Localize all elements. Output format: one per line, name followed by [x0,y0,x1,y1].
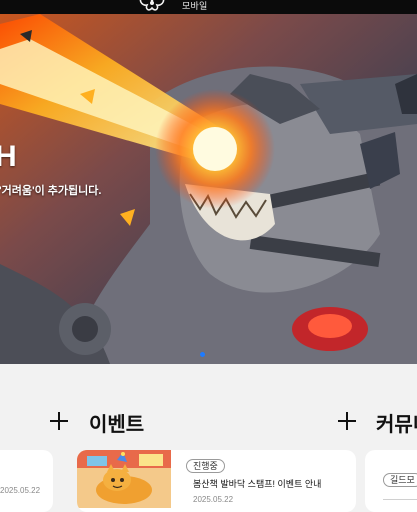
community-card-partial[interactable]: 길드모 [365,450,417,512]
plus-icon[interactable] [50,412,68,430]
nav-item-mobile[interactable]: 모바일 [182,1,207,12]
event-card[interactable]: 진행중 봄산책 발바닥 스탬프! 이벤트 안내 2025.05.22 [77,450,356,512]
section-title-events: 이벤트 [89,414,145,436]
news-card-partial[interactable]: 2025.05.22 [0,450,53,512]
event-card-date: 2025.05.22 [193,495,234,504]
carousel-dot-active[interactable] [200,352,205,357]
top-navigation-bar: 모바일 [0,0,417,14]
status-badge: 진행중 [186,459,225,473]
event-card-title: 봄산책 발바닥 스탬프! 이벤트 안내 [193,479,322,489]
hero-title: H [0,140,17,173]
game-logo-icon[interactable] [137,0,167,14]
category-badge: 길드모 [383,473,417,487]
event-thumbnail [77,450,171,508]
content-section: 2025.05.22 이벤트 진행중 봄산책 발바닥 스탬프! 이벤트 안내 2… [0,364,417,512]
plus-icon[interactable] [338,412,356,430]
hero-banner[interactable]: H '거려움'이 추가됩니다. [0,14,417,364]
section-title-community: 커뮤니 [376,414,417,436]
page: 모바일 H '거려움'이 추가됩니다. 2025.05.22 이벤트 진행중 봄… [0,0,417,512]
card-date: 2025.05.22 [0,486,41,495]
hero-subtitle: '거려움'이 추가됩니다. [0,185,102,197]
divider [383,499,417,500]
